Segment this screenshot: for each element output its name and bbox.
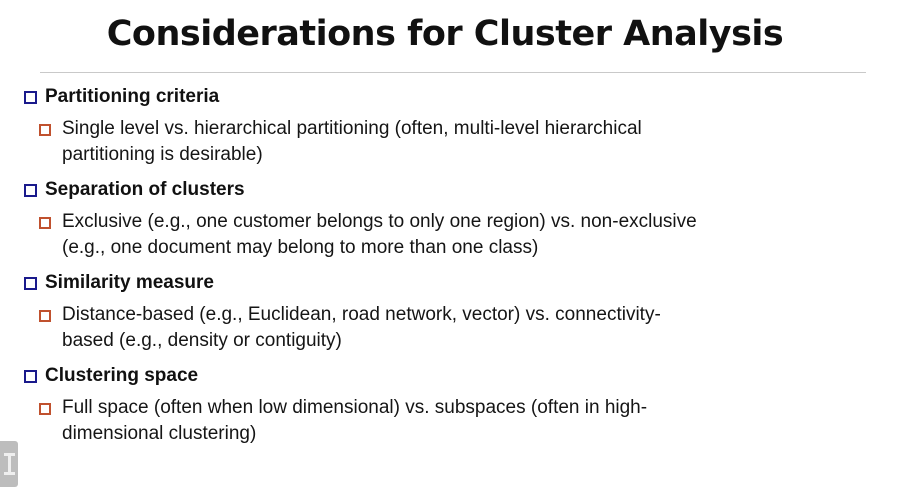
slide-content: Partitioning criteria Single level vs. h… bbox=[24, 84, 884, 456]
bullet-heading: Similarity measure bbox=[24, 270, 884, 296]
square-bullet-icon bbox=[39, 124, 51, 136]
sub-bullet: Full space (often when low dimensional) … bbox=[39, 395, 762, 447]
section-clustering-space: Clustering space Full space (often when … bbox=[24, 363, 884, 447]
square-bullet-icon bbox=[24, 90, 37, 104]
square-bullet-icon bbox=[39, 403, 51, 415]
sub-bullet: Single level vs. hierarchical partitioni… bbox=[39, 116, 762, 168]
sub-bullet-line: Exclusive (e.g., one customer belongs to… bbox=[62, 211, 697, 232]
sub-bullet-line: (e.g., one document may belong to more t… bbox=[62, 237, 539, 258]
square-bullet-icon bbox=[39, 310, 51, 322]
bullet-heading: Clustering space bbox=[24, 363, 884, 389]
heading-text: Similarity measure bbox=[45, 272, 214, 293]
sub-bullet-line: Distance-based (e.g., Euclidean, road ne… bbox=[62, 304, 661, 325]
square-bullet-icon bbox=[24, 276, 37, 290]
section-similarity-measure: Similarity measure Distance-based (e.g.,… bbox=[24, 270, 884, 354]
sub-bullet: Distance-based (e.g., Euclidean, road ne… bbox=[39, 302, 762, 354]
sub-bullet-line: Single level vs. hierarchical partitioni… bbox=[62, 118, 642, 139]
sub-bullet-line: based (e.g., density or contiguity) bbox=[62, 330, 342, 351]
slide-title: Considerations for Cluster Analysis bbox=[106, 14, 784, 54]
section-separation-of-clusters: Separation of clusters Exclusive (e.g., … bbox=[24, 177, 884, 261]
square-bullet-icon bbox=[24, 183, 37, 197]
square-bullet-icon bbox=[24, 369, 37, 383]
sub-bullet-line: dimensional clustering) bbox=[62, 423, 257, 444]
sub-bullet: Exclusive (e.g., one customer belongs to… bbox=[39, 209, 762, 261]
bullet-heading: Separation of clusters bbox=[24, 177, 884, 203]
title-divider bbox=[40, 72, 866, 73]
bullet-heading: Partitioning criteria bbox=[24, 84, 884, 110]
heading-text: Separation of clusters bbox=[45, 179, 245, 200]
heading-text: Partitioning criteria bbox=[45, 86, 220, 107]
square-bullet-icon bbox=[39, 217, 51, 229]
text-cursor-icon[interactable] bbox=[0, 441, 18, 487]
heading-text: Clustering space bbox=[45, 365, 199, 386]
sub-bullet-line: partitioning is desirable) bbox=[62, 144, 263, 165]
sub-bullet-line: Full space (often when low dimensional) … bbox=[62, 397, 648, 418]
section-partitioning-criteria: Partitioning criteria Single level vs. h… bbox=[24, 84, 884, 168]
